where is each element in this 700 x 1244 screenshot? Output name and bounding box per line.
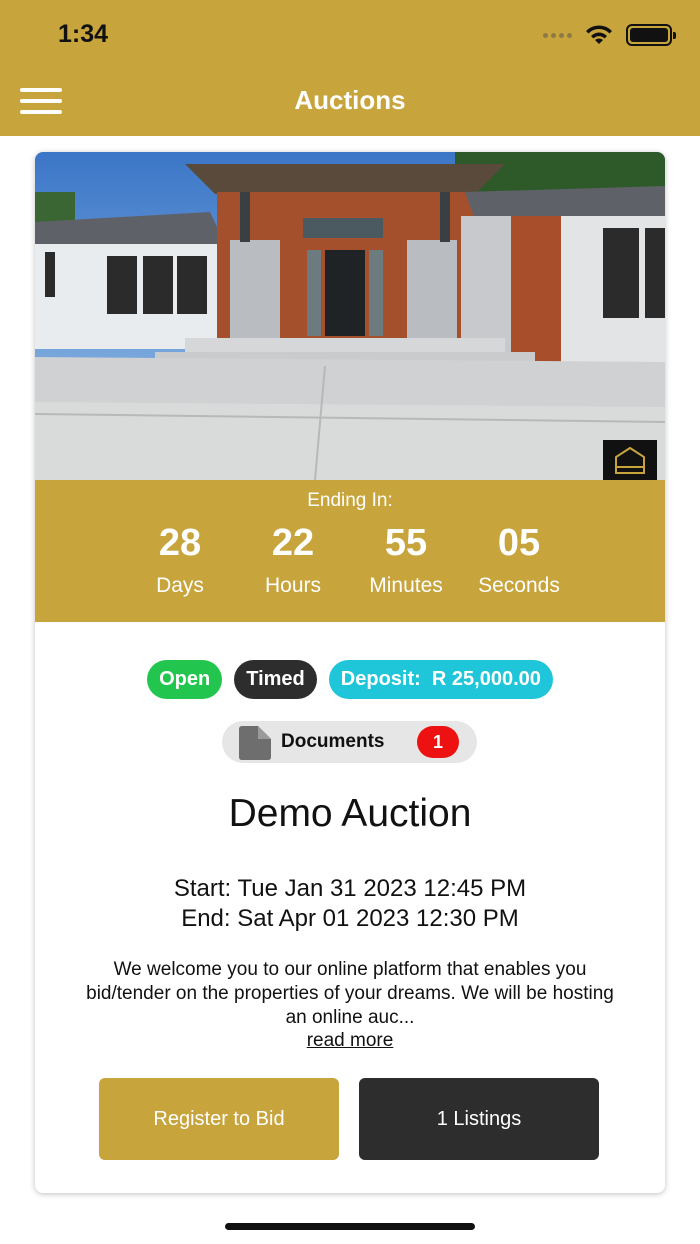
countdown-minutes-value: 55 xyxy=(384,522,428,564)
countdown-hours: 22 Hours xyxy=(233,520,353,598)
auction-dates: Start: Tue Jan 31 2023 12:45 PM End: Sat… xyxy=(35,874,665,934)
countdown-seconds: 05 Seconds xyxy=(459,520,579,598)
open-badge: Open xyxy=(147,660,223,699)
auction-description: We welcome you to our online platform th… xyxy=(86,959,614,1028)
countdown-seconds-value: 05 xyxy=(497,522,541,564)
property-photo[interactable] xyxy=(35,152,665,480)
documents-count-badge: 1 xyxy=(417,726,459,758)
register-to-bid-button[interactable]: Register to Bid xyxy=(99,1078,339,1160)
battery-icon xyxy=(626,24,676,46)
signal-icon xyxy=(543,32,572,38)
countdown-days-value: 28 xyxy=(158,522,202,564)
auction-title: Demo Auction xyxy=(228,792,472,835)
timed-badge: Timed xyxy=(234,660,317,699)
app-header: 1:34 Auctions xyxy=(0,0,700,136)
status-icons xyxy=(543,24,676,46)
countdown-seconds-label: Seconds xyxy=(478,574,560,597)
document-icon xyxy=(239,726,271,760)
read-more-link[interactable]: read more xyxy=(35,1030,665,1052)
home-logo-icon xyxy=(603,440,657,480)
countdown-hours-value: 22 xyxy=(271,522,315,564)
wifi-icon xyxy=(586,25,612,44)
listings-button[interactable]: 1 Listings xyxy=(359,1078,599,1160)
home-indicator[interactable] xyxy=(225,1223,475,1230)
page-title: Auctions xyxy=(294,85,406,115)
countdown-days: 28 Days xyxy=(120,520,240,598)
auction-card[interactable]: Ending In: 28 Days 22 Hours 55 Minutes 0… xyxy=(35,152,665,1193)
countdown-minutes: 55 Minutes xyxy=(346,520,466,598)
auction-end: End: Sat Apr 01 2023 12:30 PM xyxy=(181,905,519,932)
documents-label: Documents xyxy=(281,731,385,752)
deposit-badge: Deposit: R 25,000.00 xyxy=(328,660,553,699)
countdown-panel: Ending In: 28 Days 22 Hours 55 Minutes 0… xyxy=(35,480,665,622)
auction-start: Start: Tue Jan 31 2023 12:45 PM xyxy=(173,875,527,902)
ending-in-label: Ending In: xyxy=(307,490,393,511)
status-time: 1:34 xyxy=(58,20,109,48)
countdown-minutes-label: Minutes xyxy=(369,574,443,597)
countdown-days-label: Days xyxy=(156,574,204,597)
status-tags: Open Timed Deposit: R 25,000.00 xyxy=(35,660,665,699)
countdown-hours-label: Hours xyxy=(264,574,322,597)
